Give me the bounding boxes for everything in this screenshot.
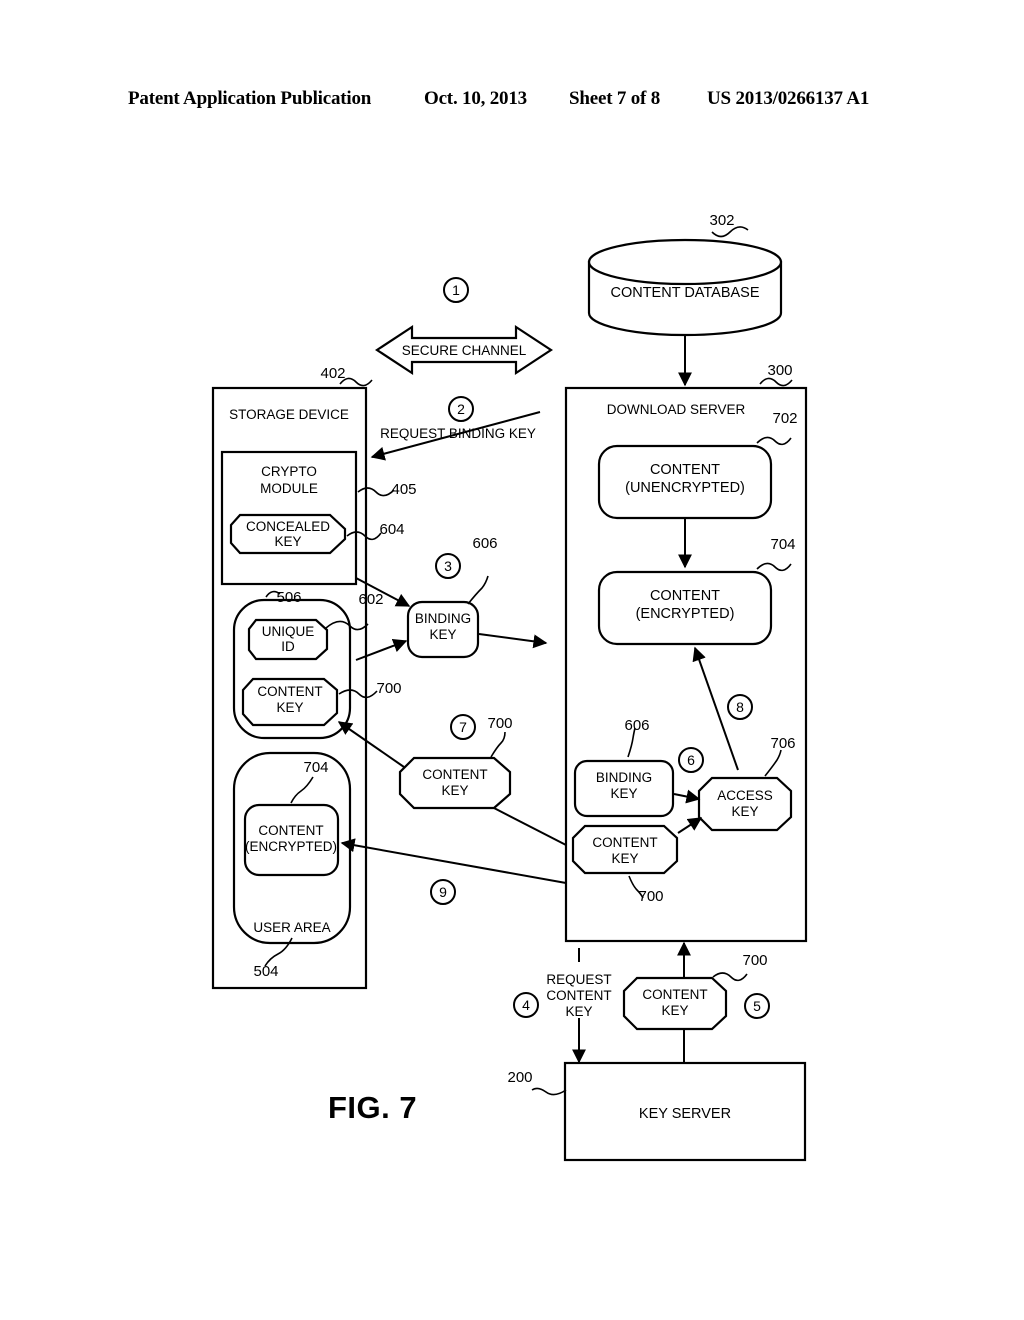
ref-700-device: 700 <box>376 680 401 697</box>
patent-figure-page: Patent Application Publication Oct. 10, … <box>0 0 1024 1320</box>
content-key-mid-node: CONTENT KEY <box>398 756 512 810</box>
ref-706: 706 <box>770 735 795 752</box>
step-7-number: 7 <box>459 719 467 735</box>
content-encrypted-server-label-2: (ENCRYPTED) <box>636 606 735 622</box>
content-key-device-node: CONTENT KEY <box>241 677 339 727</box>
unique-id-node: UNIQUE ID <box>247 618 329 661</box>
content-key-mid-label-2: KEY <box>441 783 468 798</box>
content-encrypted-device-label-1: CONTENT <box>258 823 323 838</box>
ref-604: 604 <box>379 521 404 538</box>
concealed-key-node: CONCEALED KEY <box>229 513 347 555</box>
step-marker-2: 2 <box>448 396 474 422</box>
step-marker-5: 5 <box>744 993 770 1019</box>
step-marker-9: 9 <box>430 879 456 905</box>
concealed-key-label-1: CONCEALED <box>246 519 330 534</box>
access-key-label-1: ACCESS <box>717 788 773 803</box>
access-key-node: ACCESS KEY <box>697 776 793 832</box>
content-encrypted-device-label-2: (ENCRYPTED) <box>245 839 337 854</box>
request-content-key-label-1: REQUEST <box>546 972 611 987</box>
binding-key-mid-node: BINDING KEY <box>406 600 480 659</box>
ref-302: 302 <box>709 212 734 229</box>
content-key-device-label-1: CONTENT <box>257 684 322 699</box>
step-8-number: 8 <box>736 699 744 715</box>
step-5-number: 5 <box>753 998 761 1014</box>
ref-700-server: 700 <box>638 888 663 905</box>
content-database-node: CONTENT DATABASE <box>587 238 783 337</box>
content-unencrypted-label-2: (UNENCRYPTED) <box>625 480 745 496</box>
concealed-key-label-2: KEY <box>274 534 301 549</box>
key-server-label: KEY SERVER <box>639 1106 731 1122</box>
content-key-server-label-1: CONTENT <box>592 835 657 850</box>
step-marker-6: 6 <box>678 747 704 773</box>
content-key-device-label-2: KEY <box>276 700 303 715</box>
content-encrypted-server-label-1: CONTENT <box>650 588 720 604</box>
ref-704-server: 704 <box>770 536 795 553</box>
request-binding-key-label: REQUEST BINDING KEY <box>380 426 536 441</box>
ref-300: 300 <box>767 362 792 379</box>
request-content-key-label-3: KEY <box>565 1004 592 1019</box>
edge-server-to-content-key-mid <box>493 807 567 846</box>
edge-request-content-key: REQUEST CONTENT KEY <box>546 948 612 1064</box>
step-6-number: 6 <box>687 752 695 768</box>
figure-7-diagram: CONTENT DATABASE 302 SECURE CHANNEL 1 ST… <box>211 212 808 1162</box>
key-server-node: KEY SERVER <box>563 1061 807 1162</box>
content-key-request-label-1: CONTENT <box>642 987 707 1002</box>
content-key-server-node: CONTENT KEY <box>571 824 679 875</box>
content-encrypted-device-node: CONTENT (ENCRYPTED) <box>243 803 340 877</box>
content-key-request-label-2: KEY <box>661 1003 688 1018</box>
step-marker-4: 4 <box>513 992 539 1018</box>
storage-device-label: STORAGE DEVICE <box>229 407 349 422</box>
ref-602: 602 <box>358 591 383 608</box>
binding-key-mid-label-1: BINDING <box>415 611 471 626</box>
ref-700-mid: 700 <box>487 715 512 732</box>
content-database-label: CONTENT DATABASE <box>610 285 759 301</box>
user-area-label: USER AREA <box>253 920 330 935</box>
step-4-number: 4 <box>522 997 530 1013</box>
request-content-key-label-2: CONTENT <box>546 988 611 1003</box>
secure-channel-node: SECURE CHANNEL <box>374 324 554 376</box>
access-key-label-2: KEY <box>731 804 758 819</box>
ref-606-mid: 606 <box>472 535 497 552</box>
ref-504: 504 <box>253 963 278 980</box>
secure-channel-label: SECURE CHANNEL <box>402 343 527 358</box>
binding-key-server-label-2: KEY <box>610 786 637 801</box>
download-server-label: DOWNLOAD SERVER <box>607 402 746 417</box>
content-unencrypted-label-1: CONTENT <box>650 462 720 478</box>
binding-key-mid-label-2: KEY <box>429 627 456 642</box>
step-2-number: 2 <box>457 401 465 417</box>
binding-key-server-node: BINDING KEY <box>573 759 675 818</box>
ref-702: 702 <box>772 410 797 427</box>
content-unencrypted-node: CONTENT (UNENCRYPTED) <box>597 444 773 520</box>
edge-binding-key-to-server <box>478 633 548 649</box>
step-marker-7: 7 <box>450 714 476 740</box>
content-key-mid-label-1: CONTENT <box>422 767 487 782</box>
unique-id-label-2: ID <box>281 639 295 654</box>
ref-700-request: 700 <box>742 952 767 969</box>
ref-402: 402 <box>320 365 345 382</box>
step-9-number: 9 <box>439 884 447 900</box>
crypto-module-label-1: CRYPTO <box>261 464 317 479</box>
content-key-request-node: CONTENT KEY <box>622 976 728 1031</box>
edge-deliver-content <box>340 838 567 884</box>
ref-704-device: 704 <box>303 759 328 776</box>
ref-200: 200 <box>507 1069 532 1086</box>
ref-405: 405 <box>391 481 416 498</box>
step-marker-3: 3 <box>435 553 461 579</box>
content-key-server-label-2: KEY <box>611 851 638 866</box>
unique-id-label-1: UNIQUE <box>262 624 315 639</box>
binding-key-server-label-1: BINDING <box>596 770 652 785</box>
ref-606-server: 606 <box>624 717 649 734</box>
step-marker-1: 1 <box>443 277 469 303</box>
step-1-number: 1 <box>452 282 460 298</box>
crypto-module-label-2: MODULE <box>260 481 318 496</box>
ref-506: 506 <box>276 589 301 606</box>
step-marker-8: 8 <box>727 694 753 720</box>
step-3-number: 3 <box>444 558 452 574</box>
content-encrypted-server-node: CONTENT (ENCRYPTED) <box>597 570 773 646</box>
